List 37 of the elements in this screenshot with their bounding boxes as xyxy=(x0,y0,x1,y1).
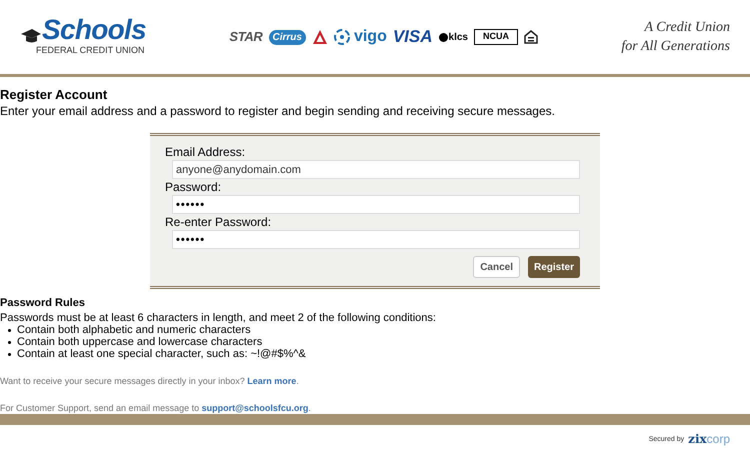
house-icon xyxy=(524,30,538,44)
field-label: Re-enter Password: xyxy=(165,214,272,230)
tagline-text: for All Generations xyxy=(621,38,730,56)
star-logo: STAR xyxy=(229,28,262,46)
triangle-logo xyxy=(312,29,328,46)
vigo-logo: vigo xyxy=(334,25,387,50)
pinwheel-icon xyxy=(334,29,350,46)
note-text: Want to receive your secure messages directly in your inbox? Learn more. xyxy=(0,375,300,388)
bullet-icon xyxy=(8,341,11,344)
intro-text: Enter your email address and a password to register and begin sending and receiving secure messages. xyxy=(0,103,556,120)
register-button[interactable]: Register xyxy=(528,256,580,278)
bullet-icon xyxy=(8,353,11,356)
note-link[interactable]: Learn more xyxy=(247,376,296,386)
rules-title: Password Rules xyxy=(0,297,86,310)
email-field[interactable]: anyone@anydomain.com xyxy=(172,160,580,180)
tagline-text: A Credit Union xyxy=(644,19,730,38)
field-label: Email Address: xyxy=(165,144,246,160)
graduation-cap-icon xyxy=(20,28,42,44)
password-field[interactable]: •••••• xyxy=(172,230,580,250)
note-link[interactable]: support@schoolsfcu.org xyxy=(202,403,308,414)
logo-subtitle: FEDERAL CREDIT UNION xyxy=(36,44,145,58)
rules-intro: Passwords must be at least 6 characters in length, and meet 2 of the following conditions: xyxy=(0,312,437,324)
cancel-button[interactable]: Cancel xyxy=(473,256,520,278)
rule-text: Contain at least one special character, such as: ~!@#$%^& xyxy=(17,348,306,360)
note-text: For Customer Support, send an email message to support@schoolsfcu.org. xyxy=(0,402,312,414)
zixcorp-logo: zixcorp xyxy=(688,433,730,445)
cirrus-logo: Cirrus xyxy=(268,30,306,45)
bullet-icon xyxy=(8,329,11,332)
rule-text: Contain both uppercase and lowercase characters xyxy=(17,336,262,348)
password-field[interactable]: •••••• xyxy=(172,195,580,214)
logo-wordmark: Schools xyxy=(42,16,146,44)
page-title: Register Account xyxy=(0,87,108,104)
ncua-logo: NCUA xyxy=(474,29,518,45)
visa-logo: VISA xyxy=(392,26,433,48)
klcs-logo: klcs xyxy=(438,30,468,45)
rule-text: Contain both alphabetic and numeric characters xyxy=(17,324,251,336)
field-label: Password: xyxy=(165,179,222,196)
